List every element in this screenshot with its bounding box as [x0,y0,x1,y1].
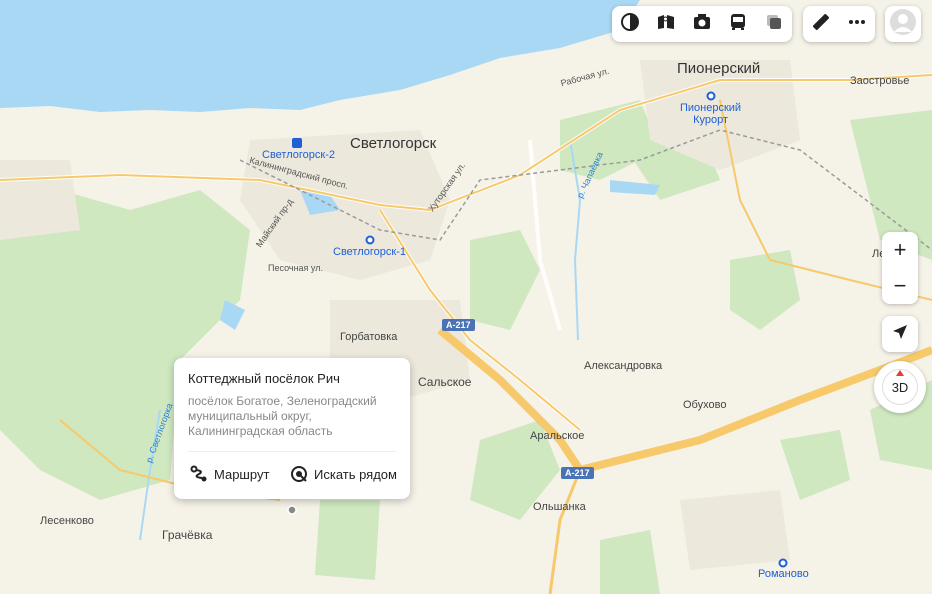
panorama-button[interactable] [648,6,684,42]
compass-3d-control: 3D [874,361,926,413]
popup-divider [188,451,396,452]
label-svetlogorsk-1: Светлогорск-1 [333,246,406,258]
selected-place-marker [287,505,297,515]
label-grachevka: Грачёвка [162,528,213,542]
place-popup: Коттеджный посёлок Рич посёлок Богатое, … [174,358,410,499]
label-lesenkovo: Лесенково [40,515,94,527]
location-arrow-icon [891,323,909,346]
traffic-button[interactable] [756,6,792,42]
photos-button[interactable] [684,6,720,42]
search-nearby-label: Искать рядом [314,466,397,482]
camera-icon [692,12,712,37]
label-svetlogorsk-2: Светлогорск-2 [262,149,335,161]
layers-icon [620,12,640,37]
label-pesochnaya: Песочная ул. [268,263,323,273]
search-nearby-button[interactable]: Искать рядом [290,465,397,483]
transport-button[interactable] [720,6,756,42]
more-button[interactable] [839,6,875,42]
map-canvas[interactable] [0,0,932,594]
search-nearby-icon [290,465,308,483]
route-button[interactable]: Маршрут [190,465,269,483]
zoom-out-button[interactable]: − [882,268,918,304]
map-layers-toolbar [612,6,792,42]
popup-address: посёлок Богатое, Зеленоградский муниципа… [188,394,377,438]
geolocation-button[interactable] [882,316,918,352]
map-tools-toolbar [803,6,875,42]
road-shield-a217: A-217 [442,319,475,331]
label-pionersky-kurort: Пионерский Курорт [680,102,742,126]
label-svetlogorsk: Светлогорск [350,135,437,152]
label-zaostrovye: Заостровье [850,75,910,87]
road-shield-a217: A-217 [561,467,594,479]
3d-mode-button[interactable]: 3D [882,369,918,405]
overlay-icon [764,12,784,37]
popup-title: Коттеджный посёлок Рич [188,371,340,386]
route-label: Маршрут [214,466,270,482]
ruler-button[interactable] [803,6,839,42]
label-salskoe: Сальское [418,375,472,389]
layers-button[interactable] [612,6,648,42]
ruler-icon [811,12,831,37]
label-olshanka: Ольшанка [533,501,586,513]
label-gorbatovka: Горбатовка [340,331,398,343]
label-romanovo: Романово [758,568,809,580]
zoom-in-button[interactable]: + [882,232,918,268]
panorama-icon [656,12,676,37]
label-obukhovo: Обухово [683,399,727,411]
profile-button[interactable] [885,6,921,42]
label-pionersky: Пионерский [677,60,761,77]
bus-icon [728,12,748,37]
label-aralskoe: Аральское [530,430,585,442]
avatar-icon [889,8,917,41]
zoom-control: + − [882,232,918,304]
route-icon [190,465,208,483]
more-dots-icon [847,12,867,37]
label-aleksandrovka: Александровка [584,360,663,372]
